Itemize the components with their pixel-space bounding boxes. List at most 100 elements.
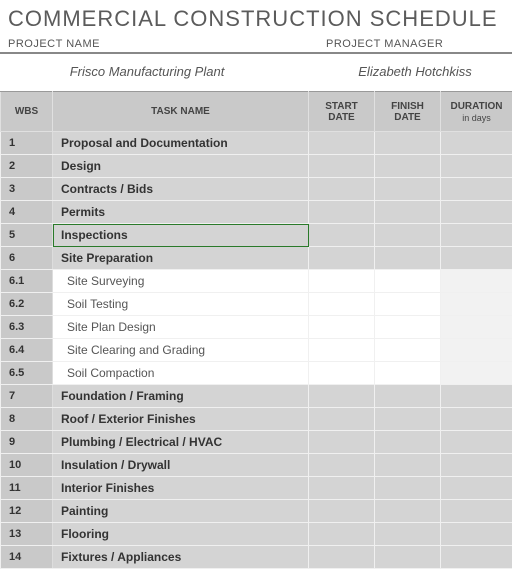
start-date-cell[interactable] — [309, 247, 375, 270]
table-row[interactable]: 5Inspections — [1, 224, 512, 247]
start-date-cell[interactable] — [309, 132, 375, 155]
project-name-value[interactable]: Frisco Manufacturing Plant — [8, 64, 326, 79]
finish-date-cell[interactable] — [375, 224, 441, 247]
table-row[interactable]: 4Permits — [1, 201, 512, 224]
wbs-cell[interactable]: 10 — [1, 454, 53, 477]
task-cell[interactable]: Contracts / Bids — [53, 178, 309, 201]
start-date-cell[interactable] — [309, 178, 375, 201]
start-date-cell[interactable] — [309, 408, 375, 431]
table-row[interactable]: 11Interior Finishes — [1, 477, 512, 500]
duration-cell[interactable] — [441, 247, 512, 270]
finish-date-cell[interactable] — [375, 339, 441, 362]
table-row[interactable]: 1Proposal and Documentation — [1, 132, 512, 155]
table-row[interactable]: 6.5Soil Compaction — [1, 362, 512, 385]
finish-date-cell[interactable] — [375, 523, 441, 546]
wbs-cell[interactable]: 9 — [1, 431, 53, 454]
task-cell[interactable]: Inspections — [53, 224, 309, 247]
start-date-cell[interactable] — [309, 523, 375, 546]
task-cell[interactable]: Flooring — [53, 523, 309, 546]
duration-cell[interactable] — [441, 523, 512, 546]
table-row[interactable]: 3Contracts / Bids — [1, 178, 512, 201]
task-cell[interactable]: Insulation / Drywall — [53, 454, 309, 477]
start-date-cell[interactable] — [309, 454, 375, 477]
start-date-cell[interactable] — [309, 385, 375, 408]
finish-date-cell[interactable] — [375, 454, 441, 477]
table-row[interactable]: 10Insulation / Drywall — [1, 454, 512, 477]
duration-cell[interactable] — [441, 155, 512, 178]
duration-cell[interactable] — [441, 454, 512, 477]
start-date-cell[interactable] — [309, 316, 375, 339]
wbs-cell[interactable]: 5 — [1, 224, 53, 247]
duration-cell[interactable] — [441, 477, 512, 500]
task-cell[interactable]: Proposal and Documentation — [53, 132, 309, 155]
start-date-cell[interactable] — [309, 546, 375, 569]
start-date-cell[interactable] — [309, 431, 375, 454]
wbs-cell[interactable]: 6.2 — [1, 293, 53, 316]
finish-date-cell[interactable] — [375, 477, 441, 500]
wbs-cell[interactable]: 1 — [1, 132, 53, 155]
duration-cell[interactable] — [441, 339, 512, 362]
table-row[interactable]: 2Design — [1, 155, 512, 178]
start-date-cell[interactable] — [309, 362, 375, 385]
task-cell[interactable]: Permits — [53, 201, 309, 224]
wbs-cell[interactable]: 14 — [1, 546, 53, 569]
wbs-cell[interactable]: 11 — [1, 477, 53, 500]
duration-cell[interactable] — [441, 362, 512, 385]
duration-cell[interactable] — [441, 178, 512, 201]
finish-date-cell[interactable] — [375, 247, 441, 270]
table-row[interactable]: 9Plumbing / Electrical / HVAC — [1, 431, 512, 454]
finish-date-cell[interactable] — [375, 155, 441, 178]
task-cell[interactable]: Design — [53, 155, 309, 178]
table-row[interactable]: 6Site Preparation — [1, 247, 512, 270]
start-date-cell[interactable] — [309, 155, 375, 178]
task-cell[interactable]: Plumbing / Electrical / HVAC — [53, 431, 309, 454]
finish-date-cell[interactable] — [375, 316, 441, 339]
duration-cell[interactable] — [441, 224, 512, 247]
task-cell[interactable]: Interior Finishes — [53, 477, 309, 500]
finish-date-cell[interactable] — [375, 201, 441, 224]
table-row[interactable]: 6.3Site Plan Design — [1, 316, 512, 339]
wbs-cell[interactable]: 7 — [1, 385, 53, 408]
start-date-cell[interactable] — [309, 293, 375, 316]
table-row[interactable]: 6.2Soil Testing — [1, 293, 512, 316]
task-cell[interactable]: Roof / Exterior Finishes — [53, 408, 309, 431]
duration-cell[interactable] — [441, 408, 512, 431]
start-date-cell[interactable] — [309, 201, 375, 224]
start-date-cell[interactable] — [309, 477, 375, 500]
table-row[interactable]: 8Roof / Exterior Finishes — [1, 408, 512, 431]
task-cell[interactable]: Foundation / Framing — [53, 385, 309, 408]
finish-date-cell[interactable] — [375, 293, 441, 316]
finish-date-cell[interactable] — [375, 385, 441, 408]
task-cell[interactable]: Fixtures / Appliances — [53, 546, 309, 569]
duration-cell[interactable] — [441, 293, 512, 316]
duration-cell[interactable] — [441, 431, 512, 454]
task-cell[interactable]: Soil Compaction — [53, 362, 309, 385]
start-date-cell[interactable] — [309, 339, 375, 362]
duration-cell[interactable] — [441, 270, 512, 293]
finish-date-cell[interactable] — [375, 178, 441, 201]
wbs-cell[interactable]: 6.1 — [1, 270, 53, 293]
finish-date-cell[interactable] — [375, 270, 441, 293]
wbs-cell[interactable]: 6.4 — [1, 339, 53, 362]
wbs-cell[interactable]: 8 — [1, 408, 53, 431]
table-row[interactable]: 14Fixtures / Appliances — [1, 546, 512, 569]
task-cell[interactable]: Site Preparation — [53, 247, 309, 270]
task-cell[interactable]: Soil Testing — [53, 293, 309, 316]
wbs-cell[interactable]: 6.5 — [1, 362, 53, 385]
duration-cell[interactable] — [441, 132, 512, 155]
wbs-cell[interactable]: 2 — [1, 155, 53, 178]
wbs-cell[interactable]: 3 — [1, 178, 53, 201]
table-row[interactable]: 6.1Site Surveying — [1, 270, 512, 293]
table-row[interactable]: 7Foundation / Framing — [1, 385, 512, 408]
task-cell[interactable]: Site Plan Design — [53, 316, 309, 339]
wbs-cell[interactable]: 6 — [1, 247, 53, 270]
duration-cell[interactable] — [441, 546, 512, 569]
finish-date-cell[interactable] — [375, 362, 441, 385]
duration-cell[interactable] — [441, 201, 512, 224]
wbs-cell[interactable]: 6.3 — [1, 316, 53, 339]
wbs-cell[interactable]: 4 — [1, 201, 53, 224]
task-cell[interactable]: Site Surveying — [53, 270, 309, 293]
duration-cell[interactable] — [441, 316, 512, 339]
finish-date-cell[interactable] — [375, 408, 441, 431]
start-date-cell[interactable] — [309, 224, 375, 247]
